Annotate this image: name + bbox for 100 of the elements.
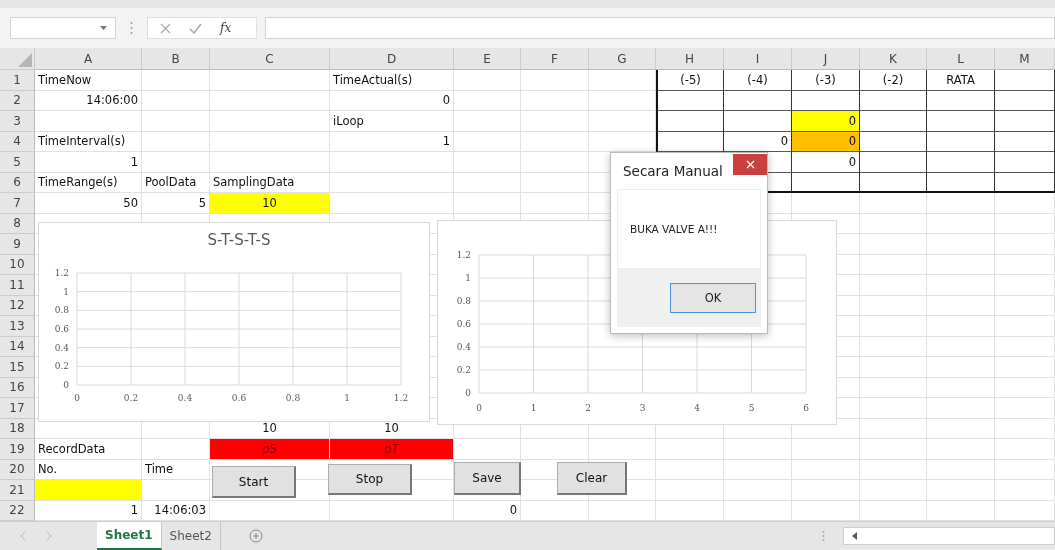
- row-header[interactable]: 14: [0, 336, 35, 357]
- split-handle-icon[interactable]: [822, 530, 825, 542]
- row-header[interactable]: 3: [0, 111, 35, 132]
- empty-cell: [142, 131, 210, 152]
- empty-cell: [927, 357, 995, 378]
- axis-tick-label: 3: [639, 403, 646, 413]
- column-header[interactable]: K: [860, 48, 927, 70]
- row-header[interactable]: 11: [0, 275, 35, 296]
- horizontal-scrollbar[interactable]: [843, 527, 1055, 545]
- row-header[interactable]: 4: [0, 131, 35, 152]
- select-all-icon[interactable]: [18, 53, 32, 67]
- table-cell: TimeActual(s): [330, 70, 454, 91]
- column-header[interactable]: D: [330, 48, 454, 70]
- column-header[interactable]: I: [724, 48, 792, 70]
- table-cell: PoolData: [142, 172, 210, 193]
- empty-cell: [860, 316, 927, 337]
- axis-tick-label: 1.2: [54, 268, 69, 278]
- column-header[interactable]: E: [454, 48, 521, 70]
- form-button[interactable]: Stop: [328, 464, 412, 495]
- row-header[interactable]: 2: [0, 90, 35, 111]
- row-header[interactable]: 18: [0, 418, 35, 439]
- empty-cell: [792, 439, 860, 460]
- empty-cell: [995, 295, 1055, 316]
- column-header[interactable]: B: [142, 48, 210, 70]
- empty-cell: [454, 172, 521, 193]
- axis-tick-label: 5: [748, 403, 755, 413]
- empty-cell: [656, 480, 724, 501]
- cancel-icon[interactable]: [160, 22, 171, 34]
- axis-tick-label: 0.8: [285, 393, 301, 403]
- row-header[interactable]: 1: [0, 70, 35, 91]
- empty-cell: [860, 439, 927, 460]
- axis-tick-label: 0: [74, 393, 80, 403]
- scroll-right-icon[interactable]: [46, 532, 52, 540]
- table-cell: 1: [330, 131, 454, 152]
- empty-cell: [995, 377, 1055, 398]
- table-cell: iLoop: [330, 111, 454, 132]
- chart-title: S-T-S-T-S: [207, 231, 271, 249]
- row-header[interactable]: 8: [0, 213, 35, 234]
- table-cell: TimeRange(s): [35, 172, 142, 193]
- row-header[interactable]: 17: [0, 398, 35, 419]
- form-button[interactable]: Start: [212, 466, 296, 498]
- empty-cell: [927, 316, 995, 337]
- column-header[interactable]: A: [35, 48, 142, 70]
- row-header[interactable]: 19: [0, 439, 35, 460]
- row-header[interactable]: 21: [0, 480, 35, 501]
- row-header[interactable]: 7: [0, 193, 35, 214]
- column-header[interactable]: G: [589, 48, 656, 70]
- empty-cell: [589, 439, 656, 460]
- scroll-left-icon[interactable]: [852, 532, 857, 540]
- column-header[interactable]: J: [792, 48, 860, 70]
- column-header[interactable]: M: [995, 48, 1055, 70]
- ok-button[interactable]: OK: [670, 283, 756, 313]
- row-header[interactable]: 10: [0, 254, 35, 275]
- row-header[interactable]: 16: [0, 377, 35, 398]
- empty-cell: [927, 336, 995, 357]
- table-cell: 1: [35, 152, 142, 173]
- form-button[interactable]: Save: [454, 462, 521, 495]
- axis-tick-label: 1.2: [393, 393, 409, 403]
- axis-tick-label: 0: [63, 380, 69, 390]
- empty-cell: [792, 172, 860, 193]
- caret-icon[interactable]: [100, 26, 107, 30]
- empty-cell: [927, 172, 995, 193]
- column-header[interactable]: C: [210, 48, 330, 70]
- empty-cell: [995, 111, 1055, 132]
- add-sheet-icon[interactable]: [248, 529, 263, 543]
- empty-cell: [995, 336, 1055, 357]
- check-icon[interactable]: [189, 22, 202, 34]
- column-header[interactable]: H: [656, 48, 724, 70]
- axis-tick-label: 0.6: [456, 319, 471, 329]
- empty-cell: [860, 336, 927, 357]
- table-cell: RecordData: [35, 439, 142, 460]
- dialog-message: BUKA VALVE A!!!: [630, 223, 718, 235]
- close-button[interactable]: [733, 153, 767, 175]
- empty-cell: [995, 398, 1055, 419]
- column-header[interactable]: F: [521, 48, 589, 70]
- empty-cell: [860, 234, 927, 255]
- axis-tick-label: 0: [465, 388, 471, 398]
- row-header[interactable]: 15: [0, 357, 35, 378]
- empty-cell: [995, 275, 1055, 296]
- row-header[interactable]: 9: [0, 234, 35, 255]
- row-header[interactable]: 20: [0, 459, 35, 480]
- formula-input[interactable]: [265, 17, 1055, 39]
- empty-cell: [521, 90, 589, 111]
- row-header[interactable]: 6: [0, 172, 35, 193]
- table-cell: (-3): [792, 70, 860, 91]
- row-header[interactable]: 5: [0, 152, 35, 173]
- row-header[interactable]: 22: [0, 500, 35, 521]
- form-button[interactable]: Clear: [557, 462, 627, 495]
- row-header[interactable]: 12: [0, 295, 35, 316]
- sheet-tab[interactable]: Sheet1: [97, 522, 162, 550]
- empty-cell: [995, 439, 1055, 460]
- column-header[interactable]: L: [927, 48, 995, 70]
- row-header[interactable]: 13: [0, 316, 35, 337]
- empty-cell: [724, 439, 792, 460]
- insert-function-button[interactable]: fx: [220, 21, 232, 35]
- axis-tick-label: 0.2: [54, 361, 69, 372]
- empty-cell: [860, 418, 927, 439]
- empty-cell: [995, 131, 1055, 152]
- empty-cell: [995, 418, 1055, 439]
- axis-tick-label: 1: [465, 273, 471, 283]
